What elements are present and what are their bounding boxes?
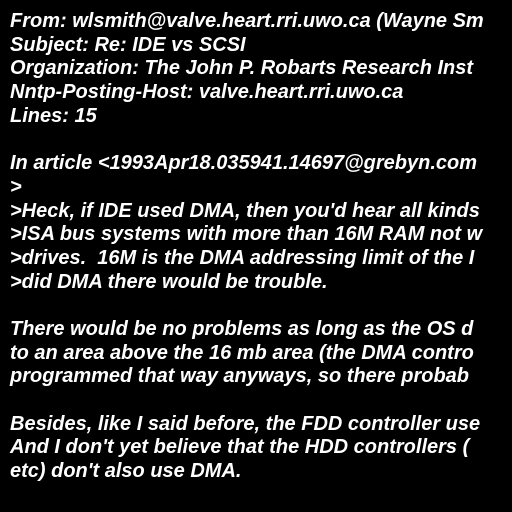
email-message-view: From: wlsmith@valve.heart.rri.uwo.ca (Wa… <box>0 0 512 512</box>
body-line: There would be no problems as long as th… <box>10 317 474 340</box>
body-line: And I don't yet believe that the HDD con… <box>10 436 470 459</box>
quoted-line: >Heck, if IDE used DMA, then you'd hear … <box>10 199 480 222</box>
quoted-line: >drives. 16M is the DMA addressing limit… <box>10 246 475 269</box>
header-organization: Organization: The John P. Robarts Resear… <box>10 57 474 80</box>
header-from: From: wlsmith@valve.heart.rri.uwo.ca (Wa… <box>10 10 484 32</box>
header-lines: Lines: 15 <box>10 104 97 127</box>
quoted-line: >ISA bus systems with more than 16M RAM … <box>10 223 483 246</box>
body-line: to an area above the 16 mb area (the DMA… <box>10 341 474 364</box>
header-nntp-posting-host: Nntp-Posting-Host: valve.heart.rri.uwo.c… <box>10 81 404 104</box>
body-line: Besides, like I said before, the FDD con… <box>10 412 481 435</box>
attribution-line: In article <1993Apr18.035941.14697@greby… <box>10 152 478 175</box>
header-subject: Subject: Re: IDE vs SCSI <box>10 33 246 56</box>
message-text: From: wlsmith@valve.heart.rri.uwo.ca (Wa… <box>10 10 512 484</box>
quoted-line: > <box>10 175 22 198</box>
body-line: etc) don't also use DMA. <box>10 460 242 483</box>
quoted-line: >did DMA there would be trouble. <box>10 270 328 293</box>
body-line: programmed that way anyways, so there pr… <box>10 365 470 388</box>
